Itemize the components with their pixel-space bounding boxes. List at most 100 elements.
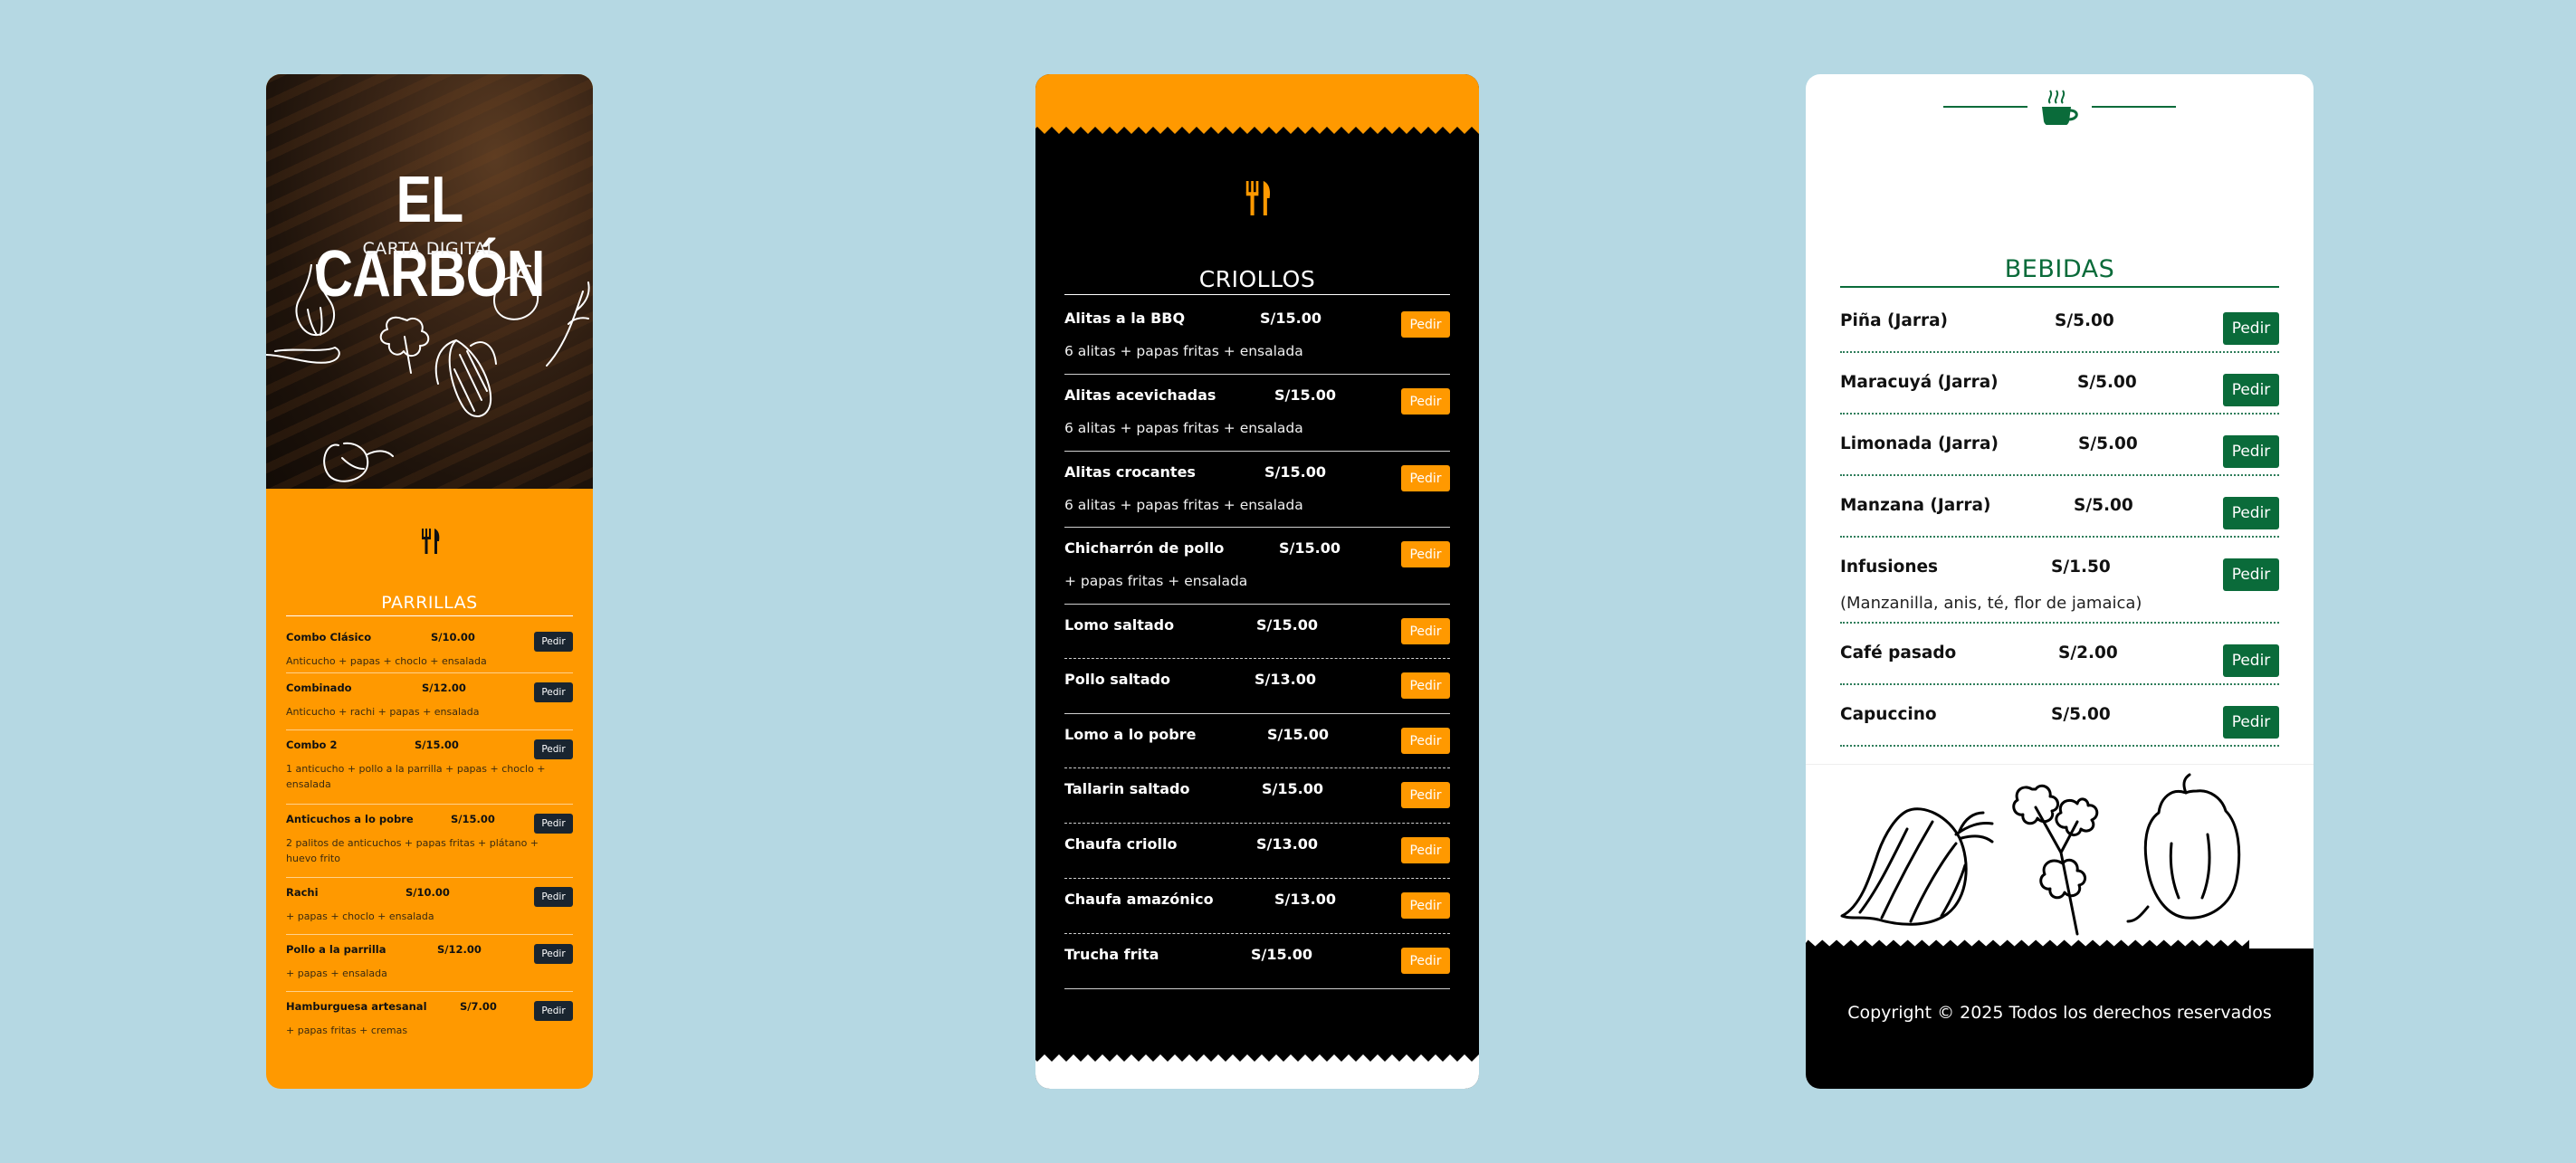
order-button[interactable]: Pedir bbox=[534, 632, 573, 652]
section-title-bebidas: BEBIDAS bbox=[1840, 255, 2279, 288]
item-name: Trucha frita bbox=[1064, 946, 1159, 963]
order-button[interactable]: Pedir bbox=[2223, 558, 2279, 591]
order-button[interactable]: Pedir bbox=[534, 1001, 573, 1021]
menu-item: Chicharrón de pollo S/15.00 Pedir + papa… bbox=[1064, 528, 1450, 605]
item-description: Anticucho + papas + choclo + ensalada bbox=[286, 655, 487, 667]
menu-item: Piña (Jarra) S/5.00 Pedir bbox=[1840, 291, 2279, 353]
item-name: Rachi bbox=[286, 886, 319, 899]
white-footer-strip bbox=[1035, 1062, 1479, 1089]
item-price: S/15.00 bbox=[1251, 946, 1312, 963]
item-price: S/15.00 bbox=[1262, 780, 1323, 797]
vegetables-illustration bbox=[266, 264, 590, 482]
item-description: + papas fritas + cremas bbox=[286, 1025, 408, 1036]
item-price: S/5.00 bbox=[2074, 496, 2133, 515]
item-description: (Manzanilla, anis, té, flor de jamaica) bbox=[1840, 594, 2142, 613]
item-price: S/12.00 bbox=[422, 682, 466, 694]
order-button[interactable]: Pedir bbox=[1401, 541, 1450, 567]
item-name: Alitas acevichadas bbox=[1064, 386, 1216, 404]
menu-item: Trucha frita S/15.00 Pedir bbox=[1064, 934, 1450, 989]
item-price: S/13.00 bbox=[1274, 891, 1336, 908]
item-price: S/13.00 bbox=[1255, 671, 1316, 688]
item-price: S/15.00 bbox=[415, 739, 459, 751]
order-button[interactable]: Pedir bbox=[1401, 311, 1450, 338]
criollos-list: Alitas a la BBQ S/15.00 Pedir 6 alitas +… bbox=[1064, 298, 1450, 989]
item-price: S/15.00 bbox=[1264, 463, 1326, 481]
parrillas-card: EL CARBÓN CARTA DIGITAL PARRILLAS Combo … bbox=[266, 74, 593, 1089]
order-button[interactable]: Pedir bbox=[1401, 892, 1450, 919]
item-description: 6 alitas + papas fritas + ensalada bbox=[1064, 420, 1303, 436]
item-price: S/15.00 bbox=[1279, 539, 1340, 557]
item-price: S/7.00 bbox=[460, 1000, 497, 1013]
item-name: Café pasado bbox=[1840, 643, 1957, 663]
item-name: Infusiones bbox=[1840, 558, 1939, 577]
order-button[interactable]: Pedir bbox=[534, 944, 573, 964]
menu-item: Pollo saltado S/13.00 Pedir bbox=[1064, 659, 1450, 714]
item-name: Pollo a la parrilla bbox=[286, 943, 386, 956]
item-name: Maracuyá (Jarra) bbox=[1840, 373, 1999, 392]
item-name: Chaufa criollo bbox=[1064, 835, 1178, 853]
order-button[interactable]: Pedir bbox=[1401, 388, 1450, 415]
order-button[interactable]: Pedir bbox=[1401, 618, 1450, 644]
order-button[interactable]: Pedir bbox=[534, 739, 573, 759]
order-button[interactable]: Pedir bbox=[1401, 672, 1450, 699]
order-button[interactable]: Pedir bbox=[534, 887, 573, 907]
menu-item: Chaufa amazónico S/13.00 Pedir bbox=[1064, 879, 1450, 934]
item-price: S/2.00 bbox=[2058, 643, 2118, 663]
order-button[interactable]: Pedir bbox=[2223, 706, 2279, 739]
item-name: Combo Clásico bbox=[286, 631, 372, 643]
order-button[interactable]: Pedir bbox=[534, 682, 573, 702]
order-button[interactable]: Pedir bbox=[1401, 465, 1450, 491]
item-price: S/15.00 bbox=[1256, 616, 1318, 634]
fork-knife-icon bbox=[1035, 181, 1479, 219]
item-name: Combo 2 bbox=[286, 739, 338, 751]
menu-item: Pollo a la parrilla S/12.00 Pedir + papa… bbox=[286, 935, 573, 992]
order-button[interactable]: Pedir bbox=[534, 814, 573, 834]
item-description: + papas fritas + ensalada bbox=[1064, 573, 1248, 589]
item-description: Anticucho + rachi + papas + ensalada bbox=[286, 706, 480, 718]
item-price: S/15.00 bbox=[451, 813, 495, 825]
item-price: S/5.00 bbox=[2051, 705, 2111, 724]
item-price: S/15.00 bbox=[1274, 386, 1336, 404]
item-description: 6 alitas + papas fritas + ensalada bbox=[1064, 343, 1303, 359]
order-button[interactable]: Pedir bbox=[1401, 948, 1450, 974]
menu-item: Tallarin saltado S/15.00 Pedir bbox=[1064, 768, 1450, 824]
copyright-text: Copyright © 2025 Todos los derechos rese… bbox=[1847, 1003, 2272, 1023]
item-description: 6 alitas + papas fritas + ensalada bbox=[1064, 497, 1303, 513]
item-name: Combinado bbox=[286, 682, 352, 694]
section-title-criollos: CRIOLLOS bbox=[1064, 266, 1450, 295]
menu-item: Capuccino S/5.00 Pedir bbox=[1840, 685, 2279, 747]
item-name: Capuccino bbox=[1840, 705, 1937, 724]
item-name: Anticuchos a lo pobre bbox=[286, 813, 414, 825]
item-name: Manzana (Jarra) bbox=[1840, 496, 1991, 515]
item-name: Limonada (Jarra) bbox=[1840, 434, 1999, 453]
fork-knife-icon bbox=[266, 529, 593, 558]
order-button[interactable]: Pedir bbox=[2223, 644, 2279, 677]
menu-item: Anticuchos a lo pobre S/15.00 Pedir 2 pa… bbox=[286, 805, 573, 878]
order-button[interactable]: Pedir bbox=[2223, 497, 2279, 529]
item-price: S/5.00 bbox=[2077, 373, 2137, 392]
order-button[interactable]: Pedir bbox=[2223, 374, 2279, 406]
order-button[interactable]: Pedir bbox=[2223, 312, 2279, 345]
item-name: Piña (Jarra) bbox=[1840, 311, 1949, 330]
item-price: S/15.00 bbox=[1267, 726, 1329, 743]
bebidas-card: BEBIDAS Piña (Jarra) S/5.00 Pedir Maracu… bbox=[1806, 74, 2314, 1089]
menu-item: Manzana (Jarra) S/5.00 Pedir bbox=[1840, 476, 2279, 538]
vegetables-illustration bbox=[1840, 773, 2241, 936]
menu-item: Combinado S/12.00 Pedir Anticucho + rach… bbox=[286, 673, 573, 730]
item-name: Lomo saltado bbox=[1064, 616, 1175, 634]
item-price: S/10.00 bbox=[431, 631, 475, 643]
order-button[interactable]: Pedir bbox=[2223, 435, 2279, 468]
menu-item: Café pasado S/2.00 Pedir bbox=[1840, 624, 2279, 685]
menu-item: Maracuyá (Jarra) S/5.00 Pedir bbox=[1840, 353, 2279, 415]
menu-item: Lomo saltado S/15.00 Pedir bbox=[1064, 605, 1450, 659]
section-title-parrillas: PARRILLAS bbox=[286, 593, 573, 616]
item-price: S/15.00 bbox=[1260, 310, 1321, 327]
order-button[interactable]: Pedir bbox=[1401, 837, 1450, 863]
brand-subtitle: CARTA DIGITAL bbox=[362, 239, 497, 259]
menu-item: Chaufa criollo S/13.00 Pedir bbox=[1064, 824, 1450, 879]
item-price: S/12.00 bbox=[437, 943, 482, 956]
zigzag-edge-top bbox=[1035, 125, 1479, 134]
order-button[interactable]: Pedir bbox=[1401, 782, 1450, 808]
order-button[interactable]: Pedir bbox=[1401, 728, 1450, 754]
menu-item: Alitas acevichadas S/15.00 Pedir 6 alita… bbox=[1064, 375, 1450, 452]
